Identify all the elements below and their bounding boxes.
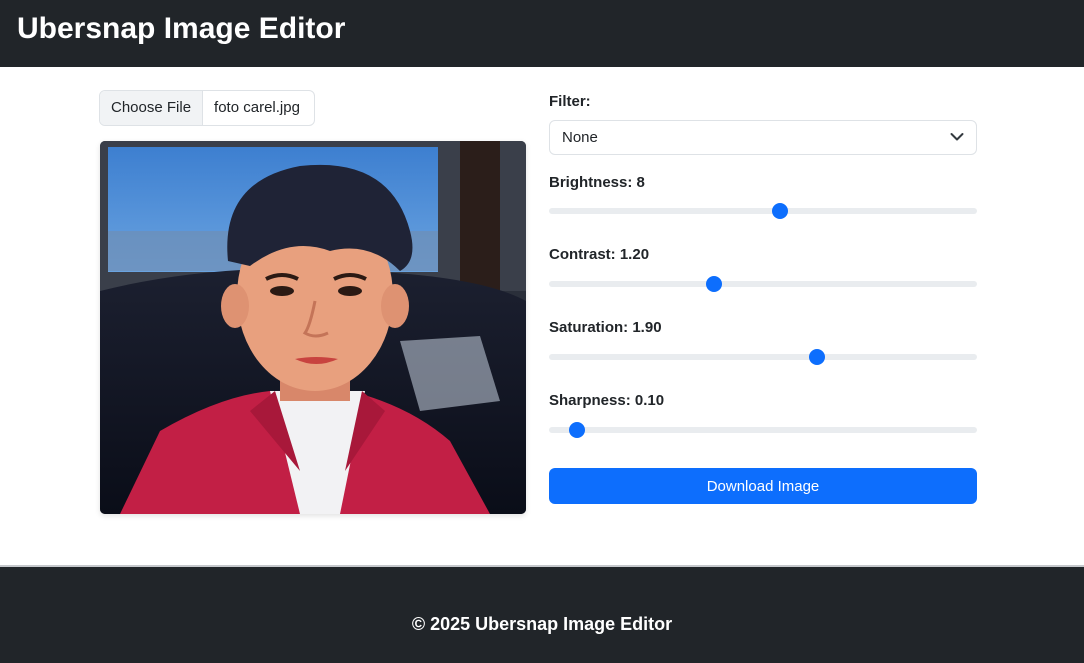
- slider-thumb[interactable]: [705, 276, 722, 292]
- sharpness-label: Sharpness: 0.10: [549, 392, 665, 409]
- brightness-value: 8: [636, 174, 645, 191]
- filter-label: Filter:: [549, 93, 591, 110]
- contrast-value: 1.20: [619, 246, 650, 263]
- filter-selected-value: None: [562, 129, 598, 146]
- download-image-button[interactable]: Download Image: [549, 468, 977, 504]
- chevron-down-icon: [950, 133, 964, 141]
- slider-track: [549, 281, 977, 287]
- slider-thumb[interactable]: [568, 422, 585, 438]
- slider-thumb[interactable]: [772, 203, 789, 219]
- contrast-slider[interactable]: [549, 274, 977, 294]
- slider-thumb[interactable]: [809, 349, 826, 365]
- contrast-label: Contrast: 1.20: [549, 246, 650, 263]
- slider-track: [549, 208, 977, 214]
- footer: © 2025 Ubersnap Image Editor: [0, 565, 1084, 663]
- saturation-value: 1.90: [632, 319, 662, 336]
- slider-track: [549, 354, 977, 360]
- slider-track: [549, 427, 977, 433]
- image-preview: [100, 141, 526, 514]
- selected-file-name: foto carel.jpg: [214, 99, 300, 116]
- filter-select[interactable]: None: [549, 120, 977, 155]
- preview-photo: [100, 141, 526, 514]
- brightness-label: Brightness: 8: [549, 174, 645, 191]
- footer-copyright: © 2025 Ubersnap Image Editor: [411, 614, 673, 634]
- navbar: Ubersnap Image Editor: [0, 0, 1084, 67]
- choose-file-button[interactable]: Choose File: [100, 91, 204, 125]
- sharpness-value: 0.10: [634, 392, 665, 409]
- saturation-slider[interactable]: [549, 347, 977, 367]
- saturation-label: Saturation: 1.90: [549, 319, 662, 336]
- app-title: Ubersnap Image Editor: [17, 12, 346, 45]
- sharpness-slider[interactable]: [549, 420, 977, 440]
- brightness-slider[interactable]: [549, 201, 977, 221]
- file-input[interactable]: Choose File foto carel.jpg: [99, 90, 315, 126]
